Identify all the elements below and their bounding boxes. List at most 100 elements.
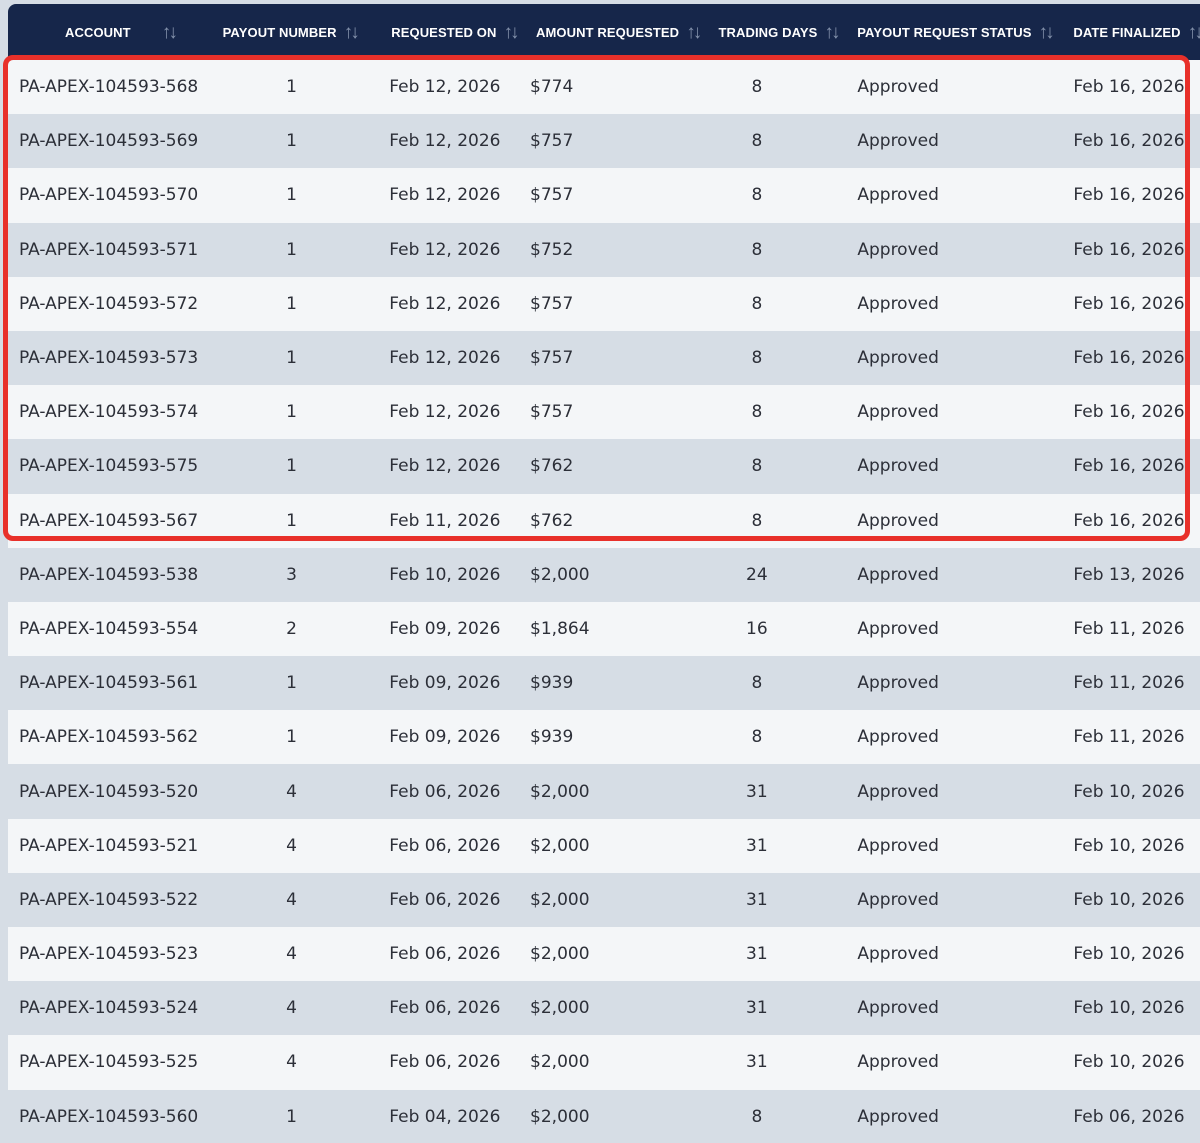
requested-on-cell: Feb 06, 2026 [389,998,501,1019]
status-cell: Approved [857,835,939,856]
column-header-label: ACCOUNT [65,24,131,40]
sort-arrows-icon[interactable]: ↑ ↓ [1039,23,1055,42]
date-finalized-cell: Feb 16, 2026 [1073,239,1185,260]
table-row[interactable]: PA-APEX-104593-560 1 Feb 04, 2026 $2,000 8 Ap… [8,1089,1200,1143]
status-cell: Approved [857,564,939,585]
table-row[interactable]: PA-APEX-104593-521 4 Feb 06, 2026 $2,000 31 A… [8,818,1200,873]
requested-on-cell: Feb 06, 2026 [389,781,501,802]
date-finalized-cell: Feb 10, 2026 [1073,944,1185,965]
column-header-payout-request-status[interactable]: PAYOUT REQUEST STATUS ↑ ↓ [849,4,1063,60]
table-row[interactable]: PA-APEX-104593-571 1 Feb 12, 2026 $752 8 Appr… [8,222,1200,277]
date-finalized-cell: Feb 16, 2026 [1073,348,1185,369]
column-header-label: REQUESTED ON [391,24,497,40]
date-finalized-cell: Feb 10, 2026 [1073,1052,1185,1073]
status-cell: Approved [857,618,939,639]
sort-arrows-icon[interactable]: ↑ ↓ [686,23,702,42]
requested-on-cell: Feb 12, 2026 [389,239,501,260]
trading-days-cell: 8 [751,239,763,260]
amount-requested-cell: $2,000 [530,564,590,585]
amount-requested-cell: $752 [530,239,574,260]
date-finalized-cell: Feb 10, 2026 [1073,781,1185,802]
column-header-date-finalized[interactable]: DATE FINALIZED ↑ ↓ [1063,4,1200,60]
table-row[interactable]: PA-APEX-104593-522 4 Feb 06, 2026 $2,000 31 A… [8,872,1200,927]
payout-number-cell: 1 [286,185,297,206]
status-cell: Approved [857,239,939,260]
account-cell: PA-APEX-104593-561 [19,673,199,694]
column-header-requested-on[interactable]: REQUESTED ON ↑ ↓ [375,4,522,60]
amount-requested-cell: $2,000 [530,889,590,910]
trading-days-cell: 8 [751,456,763,477]
table-row[interactable]: PA-APEX-104593-575 1 Feb 12, 2026 $762 8 Appr… [8,439,1200,494]
trading-days-cell: 8 [751,510,763,531]
sort-arrows-icon[interactable]: ↑ ↓ [344,23,360,42]
account-cell: PA-APEX-104593-571 [19,239,199,260]
sort-arrows-icon[interactable]: ↑ ↓ [162,23,178,42]
payout-number-cell: 3 [286,564,297,585]
table-row[interactable]: PA-APEX-104593-567 1 Feb 11, 2026 $762 8 Appr… [8,493,1200,548]
status-cell: Approved [857,781,939,802]
sort-arrows-icon[interactable]: ↑ ↓ [503,23,519,42]
table-row[interactable]: PA-APEX-104593-525 4 Feb 06, 2026 $2,000 31 A… [8,1035,1200,1090]
table-row[interactable]: PA-APEX-104593-568 1 Feb 12, 2026 $774 8 Appr… [8,60,1200,115]
table-row[interactable]: PA-APEX-104593-538 3 Feb 10, 2026 $2,000 24 A… [8,547,1200,602]
sort-arrows-icon[interactable]: ↑ ↓ [824,23,840,42]
table-row[interactable]: PA-APEX-104593-561 1 Feb 09, 2026 $939 8 Appr… [8,656,1200,711]
table-row[interactable]: PA-APEX-104593-520 4 Feb 06, 2026 $2,000 31 A… [8,764,1200,819]
trading-days-cell: 8 [751,727,763,748]
account-cell: PA-APEX-104593-554 [19,618,199,639]
account-cell: PA-APEX-104593-524 [19,998,199,1019]
date-finalized-cell: Feb 11, 2026 [1073,673,1185,694]
requested-on-cell: Feb 04, 2026 [389,1106,501,1127]
account-cell: PA-APEX-104593-574 [19,402,199,423]
account-cell: PA-APEX-104593-568 [19,77,199,98]
trading-days-cell: 8 [751,131,763,152]
trading-days-cell: 31 [746,1052,768,1073]
column-header-label: TRADING DAYS [718,24,818,40]
payout-history-page: ACCOUNT ↑ ↓ PAYOUT NUMBER ↑ ↓ REQUESTED ON… [0,0,1200,1143]
trading-days-cell: 31 [746,944,768,965]
table-row[interactable]: PA-APEX-104593-570 1 Feb 12, 2026 $757 8 Appr… [8,168,1200,223]
trading-days-cell: 8 [751,1106,763,1127]
trading-days-cell: 31 [746,835,768,856]
payout-number-cell: 1 [286,727,297,748]
requested-on-cell: Feb 12, 2026 [389,456,501,477]
account-cell: PA-APEX-104593-572 [19,293,199,314]
amount-requested-cell: $2,000 [530,998,590,1019]
date-finalized-cell: Feb 10, 2026 [1073,835,1185,856]
amount-requested-cell: $757 [530,131,574,152]
table-row[interactable]: PA-APEX-104593-562 1 Feb 09, 2026 $939 8 Appr… [8,710,1200,765]
account-cell: PA-APEX-104593-525 [19,1052,199,1073]
table-row[interactable]: PA-APEX-104593-524 4 Feb 06, 2026 $2,000 31 A… [8,981,1200,1036]
table-row[interactable]: PA-APEX-104593-573 1 Feb 12, 2026 $757 8 Appr… [8,330,1200,386]
account-cell: PA-APEX-104593-521 [19,835,199,856]
payout-number-cell: 1 [286,131,297,152]
column-header-amount-requested[interactable]: AMOUNT REQUESTED ↑ ↓ [522,4,704,60]
trading-days-cell: 24 [746,564,768,585]
column-header-trading-days[interactable]: TRADING DAYS ↑ ↓ [704,4,849,60]
column-header-payout-number[interactable]: PAYOUT NUMBER ↑ ↓ [215,4,376,60]
date-finalized-cell: Feb 11, 2026 [1073,618,1185,639]
amount-requested-cell: $762 [530,510,574,531]
table-row[interactable]: PA-APEX-104593-574 1 Feb 12, 2026 $757 8 Appr… [8,385,1200,440]
requested-on-cell: Feb 06, 2026 [389,889,501,910]
table-row[interactable]: PA-APEX-104593-569 1 Feb 12, 2026 $757 8 Appr… [8,114,1200,169]
table-row[interactable]: PA-APEX-104593-572 1 Feb 12, 2026 $757 8 Appr… [8,276,1200,331]
table-row[interactable]: PA-APEX-104593-523 4 Feb 06, 2026 $2,000 31 A… [8,927,1200,982]
trading-days-cell: 8 [751,673,763,694]
account-cell: PA-APEX-104593-573 [19,348,199,369]
column-header-account[interactable]: ACCOUNT ↑ ↓ [8,4,215,60]
status-cell: Approved [857,510,939,531]
requested-on-cell: Feb 06, 2026 [389,1052,501,1073]
requested-on-cell: Feb 10, 2026 [389,564,501,585]
table-body: PA-APEX-104593-568 1 Feb 12, 2026 $774 8 Appr… [8,60,1200,1143]
payout-number-cell: 4 [286,1052,297,1073]
sort-arrows-icon[interactable]: ↑ ↓ [1188,23,1200,42]
column-header-label: PAYOUT NUMBER [222,24,337,40]
status-cell: Approved [857,348,939,369]
payout-number-cell: 4 [286,835,297,856]
payout-number-cell: 4 [286,998,297,1019]
amount-requested-cell: $762 [530,456,574,477]
amount-requested-cell: $2,000 [530,1052,590,1073]
amount-requested-cell: $2,000 [530,1106,590,1127]
table-row[interactable]: PA-APEX-104593-554 2 Feb 09, 2026 $1,864 16 A… [8,601,1200,657]
